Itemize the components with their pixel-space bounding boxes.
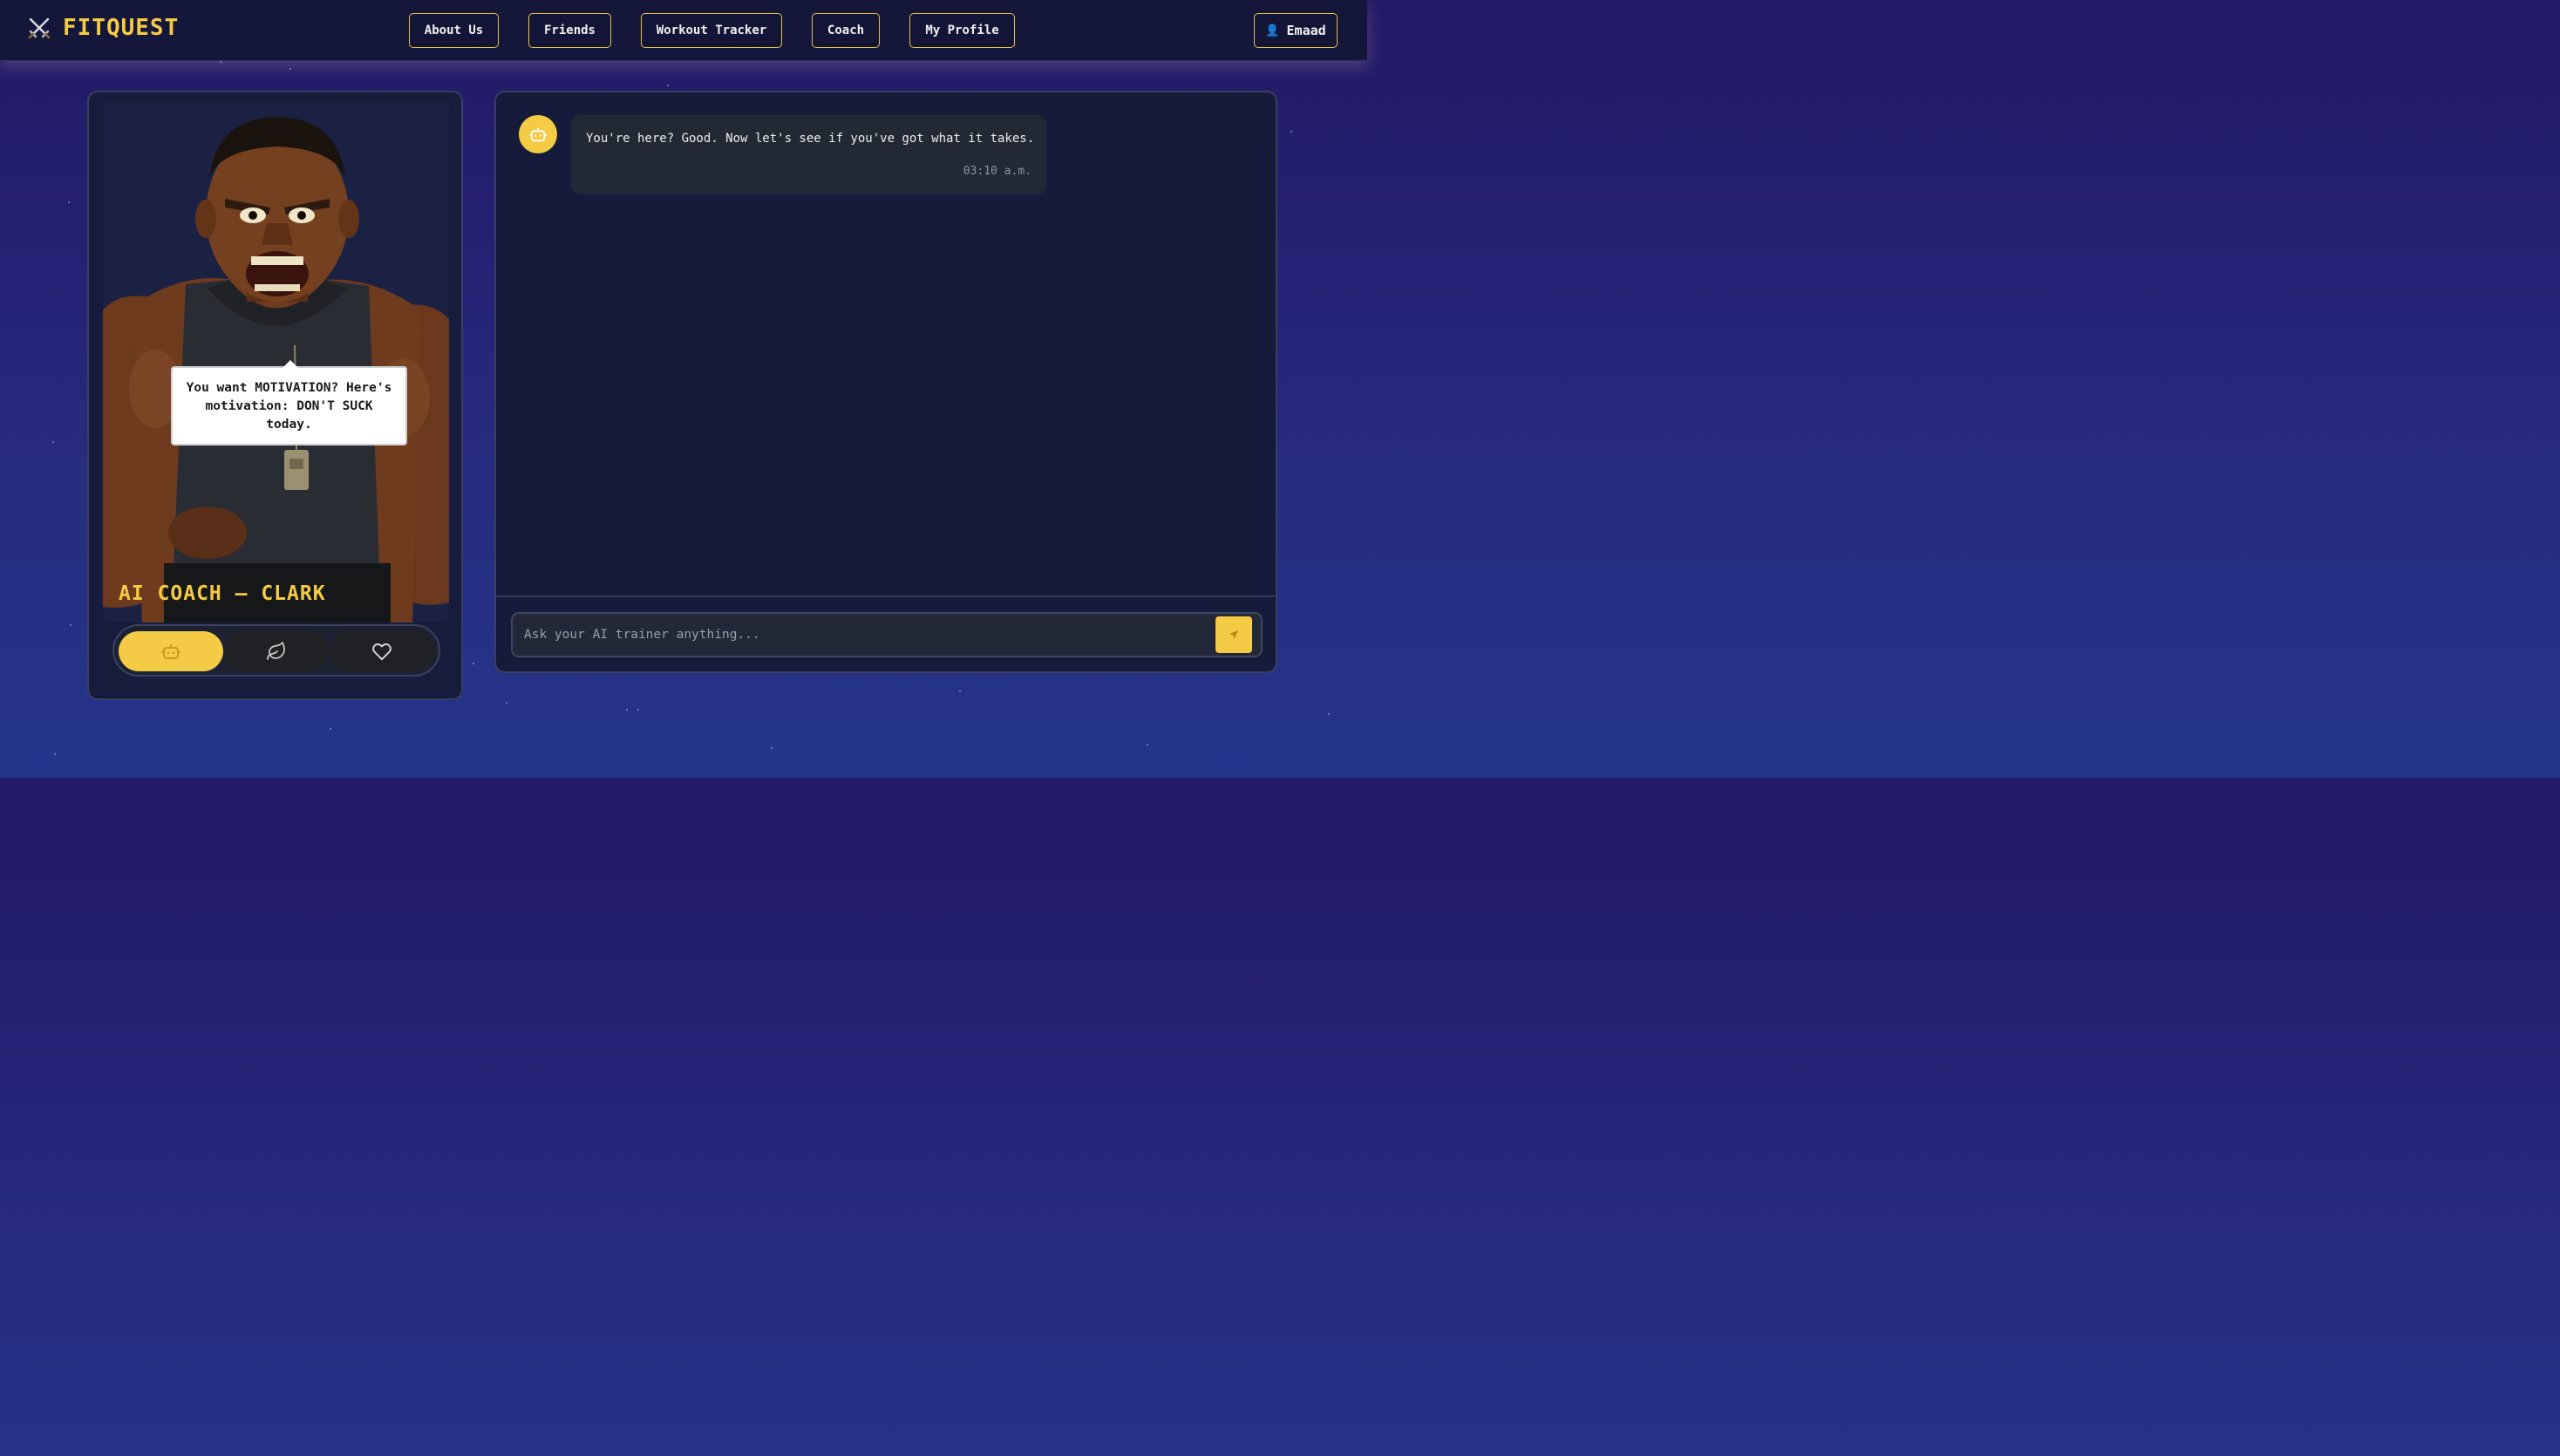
crossed-swords-icon [28,17,51,39]
user-icon: 👤 [1265,24,1280,37]
star [1328,713,1330,715]
nav-my-profile[interactable]: My Profile [909,13,1015,48]
star [289,68,291,70]
coach-illustration [103,101,449,623]
nav-friends[interactable]: Friends [528,13,611,48]
brand[interactable]: FITQUEST [27,15,179,41]
star [473,663,474,664]
star [637,709,639,711]
star [52,441,54,443]
star [70,624,71,626]
chat-input-bar [511,612,1263,657]
coach-speech-text: You want MOTIVATION? Here's motivation: … [186,381,392,432]
brand-name: FITQUEST [63,15,180,41]
nav-about-us[interactable]: About Us [409,13,499,48]
star [1147,744,1148,745]
nav-coach[interactable]: Coach [812,13,880,48]
star [667,85,669,86]
nav-label: My Profile [925,24,999,37]
send-button[interactable] [1215,616,1252,653]
mode-robot-button[interactable] [119,631,223,671]
message-text: You're here? Good. Now let's see if you'… [586,132,1035,146]
coach-portrait: You want MOTIVATION? Here's motivation: … [103,101,449,623]
star [506,702,507,704]
robot-icon [161,644,180,659]
mode-heart-button[interactable] [330,631,434,671]
coach-title: AI COACH — CLARK [119,582,326,605]
chat-message-bubble: You're here? Good. Now let's see if you'… [571,115,1046,194]
speech-bubble-tail [283,360,298,368]
star [771,747,773,749]
nav-label: Coach [827,24,865,37]
coach-panel: You want MOTIVATION? Here's motivation: … [87,91,463,700]
star [959,691,961,692]
user-name: Emaad [1286,23,1326,38]
chat-input[interactable] [513,614,1210,656]
star [330,728,331,730]
star [54,753,56,755]
user-menu-button[interactable]: 👤 Emaad [1254,13,1338,48]
nav-workout-tracker[interactable]: Workout Tracker [641,13,782,48]
coach-mode-switch [112,624,440,677]
star [626,709,628,711]
robot-icon [529,127,547,142]
chat-divider [496,595,1276,597]
nav-label: Workout Tracker [656,24,767,37]
top-navbar: FITQUEST About Us Friends Workout Tracke… [0,0,1367,61]
star [1290,131,1292,133]
star [68,201,70,203]
nav-label: Friends [543,24,596,37]
mode-leaf-button[interactable] [224,631,329,671]
message-timestamp: 03:10 a.m. [963,165,1031,178]
star [220,61,221,63]
chat-panel: You're here? Good. Now let's see if you'… [494,91,1277,673]
coach-speech-bubble: You want MOTIVATION? Here's motivation: … [171,360,407,446]
bot-avatar [519,115,557,153]
heart-icon [372,643,391,661]
send-icon [1229,630,1238,639]
nav-label: About Us [424,24,484,37]
leaf-icon [267,642,285,660]
